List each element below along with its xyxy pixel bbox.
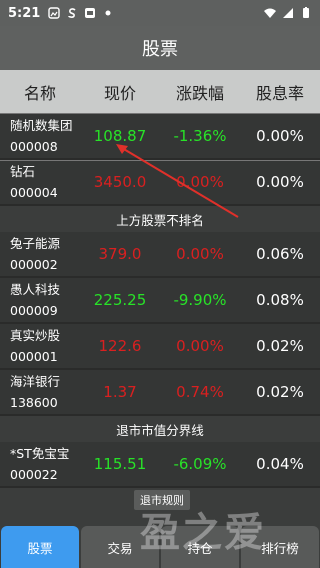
stock-yield: 0.02% [256, 337, 304, 355]
tab-stocks[interactable]: 股票 [1, 526, 79, 568]
stock-row[interactable]: 海洋银行 138600 1.37 0.74% 0.02% [0, 370, 320, 416]
section-separator: 上方股票不排名 [0, 206, 320, 232]
stock-list: 随机数集团 000008 108.87 -1.36% 0.00% 钻石 000004 3450… [0, 113, 320, 488]
header-price[interactable]: 现价 [80, 80, 160, 104]
stock-name: *ST免宝宝 [10, 446, 70, 461]
stock-change: -1.36% [173, 127, 227, 145]
stock-row[interactable]: 兔子能源 000002 379.0 0.00% 0.06% [0, 232, 320, 278]
dot-icon [105, 10, 111, 16]
stock-price: 115.51 [93, 455, 147, 473]
stock-row[interactable]: 真实炒股 000001 122.6 0.00% 0.02% [0, 324, 320, 370]
stock-price: 379.0 [98, 245, 142, 263]
app-icon [85, 8, 96, 18]
s-app-icon [68, 8, 76, 18]
stock-name: 真实炒股 [10, 328, 61, 343]
stock-yield: 0.04% [256, 455, 304, 473]
status-bar: 5:21 [0, 0, 320, 26]
stock-code: 000001 [10, 349, 58, 364]
stock-price: 3450.0 [93, 173, 147, 191]
stock-price: 1.37 [103, 383, 137, 401]
stock-name: 随机数集团 [10, 118, 73, 133]
stock-row[interactable]: 钻石 000004 3450.0 0.00% 0.00% [0, 160, 320, 206]
stock-row[interactable]: 随机数集团 000008 108.87 -1.36% 0.00% [0, 113, 320, 161]
stock-name: 兔子能源 [10, 236, 61, 251]
battery-icon [303, 7, 309, 18]
stock-yield: 0.08% [256, 291, 304, 309]
header-change[interactable]: 涨跌幅 [160, 80, 240, 104]
stock-code: 138600 [10, 395, 58, 410]
header-yield[interactable]: 股息率 [240, 80, 320, 104]
stock-price: 108.87 [93, 127, 147, 145]
stock-name: 海洋银行 [10, 374, 61, 389]
stock-code: 000004 [10, 185, 58, 200]
stock-name-cell: *ST免宝宝 000022 [0, 443, 80, 485]
stock-row[interactable]: 愚人科技 000009 225.25 -9.90% 0.08% [0, 278, 320, 324]
stock-change: -6.09% [173, 455, 227, 473]
stock-yield: 0.06% [256, 245, 304, 263]
stock-yield: 0.00% [256, 173, 304, 191]
table-header: 名称 现价 涨跌幅 股息率 [0, 70, 320, 114]
watermark-logo: 盈之爱 [140, 510, 266, 556]
stock-change: 0.00% [176, 245, 224, 263]
stock-change: -9.90% [173, 291, 227, 309]
stock-code: 000022 [10, 467, 58, 482]
section-separator: 退市市值分界线 [0, 416, 320, 442]
signal-icon [283, 8, 293, 18]
stock-name-cell: 真实炒股 000001 [0, 325, 80, 367]
stock-name-cell: 兔子能源 000002 [0, 233, 80, 275]
stock-yield: 0.00% [256, 127, 304, 145]
stock-price: 122.6 [98, 337, 142, 355]
stock-name-cell: 钻石 000004 [0, 161, 80, 203]
stock-price: 225.25 [93, 291, 147, 309]
wifi-icon [264, 8, 276, 18]
stock-name: 愚人科技 [10, 282, 61, 297]
header-name[interactable]: 名称 [0, 80, 80, 104]
stock-change: 0.00% [176, 173, 224, 191]
stock-name-cell: 愚人科技 000009 [0, 279, 80, 321]
stock-name: 钻石 [10, 164, 36, 179]
stock-change: 0.74% [176, 383, 224, 401]
gallery-icon [48, 7, 61, 19]
stock-code: 000009 [10, 303, 58, 318]
stock-change: 0.00% [176, 337, 224, 355]
stock-code: 000008 [10, 139, 58, 154]
stock-name-cell: 随机数集团 000008 [0, 115, 80, 157]
stock-name-cell: 海洋银行 138600 [0, 371, 80, 413]
stock-code: 000002 [10, 257, 58, 272]
page-title: 股票 [0, 26, 320, 70]
stock-yield: 0.02% [256, 383, 304, 401]
stock-row[interactable]: *ST免宝宝 000022 115.51 -6.09% 0.04% [0, 442, 320, 488]
status-time: 5:21 [8, 5, 41, 21]
